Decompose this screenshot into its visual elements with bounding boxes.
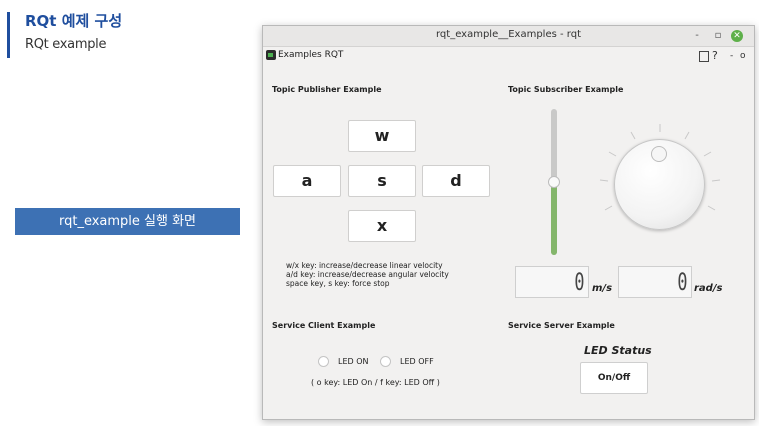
help-line: a/d key: increase/decrease angular veloc… xyxy=(286,270,449,279)
close-button[interactable]: ✕ xyxy=(731,30,743,42)
terminal-icon xyxy=(266,50,276,60)
plugin-bar: Examples RQT ? - o xyxy=(263,47,754,65)
led-off-radio[interactable]: LED OFF xyxy=(380,356,434,367)
key-d-button[interactable]: d xyxy=(422,165,490,197)
server-section-title: Service Server Example xyxy=(508,321,615,330)
window-titlebar: rqt_example__Examples - rqt - ▫ ✕ xyxy=(263,26,754,47)
slide-title: RQt 예제 구성 xyxy=(25,12,123,30)
minimize-button[interactable]: - xyxy=(690,29,704,43)
rqt-window: rqt_example__Examples - rqt - ▫ ✕ Exampl… xyxy=(262,25,755,420)
radio-circle[interactable] xyxy=(380,356,391,367)
client-section-title: Service Client Example xyxy=(272,321,376,330)
slider-fill xyxy=(551,182,557,255)
radio-circle[interactable] xyxy=(318,356,329,367)
client-help-text: ( o key: LED On / f key: LED Off ) xyxy=(311,378,440,387)
slide-subtitle: RQt example xyxy=(25,37,107,52)
linear-unit-label: m/s xyxy=(592,283,613,294)
detach-icon[interactable] xyxy=(699,51,709,62)
screenshot-caption: rqt_example 실행 화면 xyxy=(15,208,240,235)
angular-velocity-dial[interactable] xyxy=(614,139,705,230)
on-off-button[interactable]: On/Off xyxy=(580,362,648,394)
angular-velocity-display: 0 xyxy=(618,266,692,298)
plugin-name: Examples RQT xyxy=(278,50,344,60)
linear-velocity-value: 0 xyxy=(573,268,584,296)
key-a-button[interactable]: a xyxy=(273,165,341,197)
title-accent-bar xyxy=(7,12,10,58)
angular-unit-label: rad/s xyxy=(694,283,723,294)
help-button[interactable]: ? xyxy=(712,49,718,62)
led-status-label: LED Status xyxy=(584,344,652,357)
angular-velocity-value: 0 xyxy=(676,268,687,296)
plugin-minimize-button[interactable]: - xyxy=(730,51,733,61)
linear-velocity-display: 0 xyxy=(515,266,589,298)
key-w-button[interactable]: w xyxy=(348,120,416,152)
slider-handle[interactable] xyxy=(548,176,560,188)
key-x-button[interactable]: x xyxy=(348,210,416,242)
led-on-radio[interactable]: LED ON xyxy=(318,356,369,367)
key-s-button[interactable]: s xyxy=(348,165,416,197)
plugin-close-button[interactable]: o xyxy=(740,51,746,61)
led-off-label: LED OFF xyxy=(400,357,434,366)
window-title: rqt_example__Examples - rqt xyxy=(435,29,581,40)
dial-indicator xyxy=(651,146,667,162)
publisher-section-title: Topic Publisher Example xyxy=(272,85,382,94)
led-on-label: LED ON xyxy=(338,357,369,366)
help-line: space key, s key: force stop xyxy=(286,279,390,288)
publisher-help-text: w/x key: increase/decrease linear veloci… xyxy=(286,261,449,288)
subscriber-section-title: Topic Subscriber Example xyxy=(508,85,624,94)
linear-velocity-slider[interactable] xyxy=(548,109,560,255)
help-line: w/x key: increase/decrease linear veloci… xyxy=(286,261,443,270)
maximize-button[interactable]: ▫ xyxy=(711,29,725,43)
